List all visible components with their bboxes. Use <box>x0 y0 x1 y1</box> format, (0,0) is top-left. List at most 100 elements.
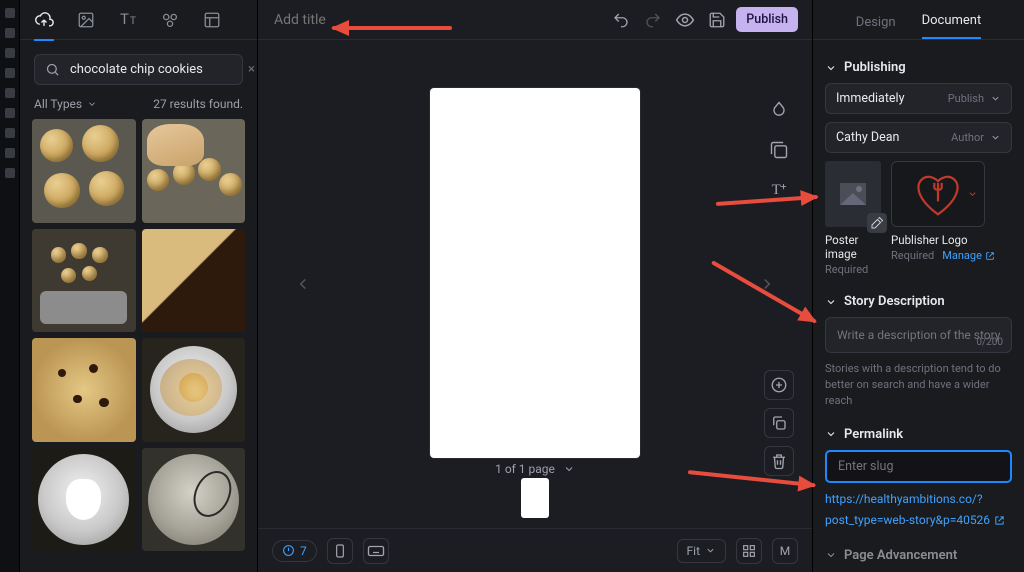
slug-input[interactable] <box>825 450 1012 483</box>
media-results-grid <box>20 119 257 572</box>
story-page[interactable] <box>430 88 640 458</box>
media-thumb[interactable] <box>142 119 246 223</box>
save-button[interactable] <box>704 7 730 33</box>
author-select[interactable]: Cathy Dean Author <box>825 122 1012 153</box>
media-thumb[interactable] <box>32 448 136 552</box>
keyboard-button[interactable] <box>363 538 389 564</box>
chevron-down-icon <box>563 463 575 475</box>
media-thumb[interactable] <box>142 229 246 333</box>
story-description-input[interactable]: 0/200 <box>825 317 1012 353</box>
media-search[interactable]: × <box>34 54 243 85</box>
layout-icon <box>203 11 221 29</box>
strip-tool[interactable] <box>5 148 15 158</box>
media-thumb[interactable] <box>32 229 136 333</box>
page-indicator[interactable]: 1 of 1 page <box>495 462 575 476</box>
tab-upload-media[interactable] <box>34 10 54 30</box>
chevron-down-icon <box>825 549 837 561</box>
grid-icon <box>741 543 757 559</box>
publish-button[interactable]: Publish <box>736 7 798 32</box>
media-thumb[interactable] <box>142 448 246 552</box>
media-search-input[interactable] <box>68 61 238 78</box>
section-permalink[interactable]: Permalink <box>825 427 1012 442</box>
inspector-panel: Design Document Publishing Immediately P… <box>812 0 1024 572</box>
section-label: Permalink <box>844 427 903 442</box>
media-thumb[interactable] <box>142 338 246 442</box>
checklist-button[interactable]: 7 <box>272 540 317 562</box>
strip-tool[interactable] <box>5 48 15 58</box>
safe-zone-toggle[interactable] <box>327 538 353 564</box>
section-page-advancement[interactable]: Page Advancement <box>825 548 1012 563</box>
cloud-upload-icon <box>34 12 54 28</box>
add-page-button[interactable] <box>764 370 794 400</box>
preview-button[interactable] <box>672 7 698 33</box>
prev-page-button[interactable] <box>288 269 318 299</box>
media-thumb[interactable] <box>32 119 136 223</box>
shapes-icon <box>161 11 179 29</box>
grid-view-button[interactable] <box>736 538 762 564</box>
external-link-icon <box>994 515 1005 526</box>
checklist-count: 7 <box>300 544 307 558</box>
m-button[interactable]: M <box>772 538 798 564</box>
canvas-bottombar: 7 Fit M <box>258 528 812 572</box>
author-value: Cathy Dean <box>836 130 899 145</box>
strip-tool[interactable] <box>5 128 15 138</box>
media-thumb[interactable] <box>32 338 136 442</box>
chevron-down-icon <box>705 545 716 556</box>
media-library-panel: TT × All Types 27 results found. <box>20 0 258 572</box>
heart-fork-logo-icon <box>910 170 966 218</box>
droplet-icon <box>769 100 789 120</box>
chevron-down-icon <box>87 99 97 109</box>
duplicate-page-button[interactable] <box>764 408 794 438</box>
image-icon <box>77 11 95 29</box>
slug-text[interactable] <box>836 458 1001 475</box>
poster-status: Required <box>825 263 881 276</box>
redo-button[interactable] <box>640 7 666 33</box>
tab-templates[interactable] <box>202 10 222 30</box>
undo-button[interactable] <box>608 7 634 33</box>
canvas-viewport[interactable]: T+ 1 of 1 page <box>258 40 812 528</box>
eye-icon <box>675 10 695 30</box>
strip-tool[interactable] <box>5 68 15 78</box>
tab-design[interactable]: Design <box>856 15 896 39</box>
media-tool[interactable] <box>764 135 794 165</box>
chevron-down-icon <box>967 189 978 200</box>
logo-title: Publisher Logo <box>891 233 985 247</box>
publish-schedule-select[interactable]: Immediately Publish <box>825 83 1012 114</box>
poster-image-upload[interactable] <box>825 161 881 227</box>
section-label: Publishing <box>844 60 906 75</box>
library-tabs: TT <box>20 0 257 40</box>
filter-label: All Types <box>34 97 82 111</box>
chevron-down-icon <box>990 132 1001 143</box>
manage-logo-link[interactable]: Manage <box>942 249 995 262</box>
zoom-fit-button[interactable]: Fit <box>677 539 726 563</box>
strip-tool[interactable] <box>5 168 15 178</box>
strip-tool[interactable] <box>5 28 15 38</box>
publisher-logo-select[interactable] <box>891 161 985 227</box>
pager-text: 1 of 1 page <box>495 462 555 476</box>
delete-page-button[interactable] <box>764 446 794 476</box>
strip-tool[interactable] <box>5 8 15 18</box>
permalink-url[interactable]: https://healthyambitions.co/? post_type=… <box>825 491 1012 530</box>
fit-label: Fit <box>687 544 700 558</box>
section-publishing[interactable]: Publishing <box>825 60 1012 75</box>
tab-text[interactable]: TT <box>118 10 138 30</box>
tab-document[interactable]: Document <box>922 13 982 39</box>
inspector-tabs: Design Document <box>813 0 1024 40</box>
plus-circle-icon <box>770 376 788 394</box>
external-link-icon <box>985 251 995 261</box>
page-thumbnail[interactable] <box>521 478 549 518</box>
pencil-icon <box>871 217 883 229</box>
image-placeholder-icon <box>840 183 866 205</box>
edit-poster-button[interactable] <box>867 213 887 233</box>
tab-image[interactable] <box>76 10 96 30</box>
device-icon <box>332 543 348 559</box>
keyboard-icon <box>367 544 385 558</box>
section-story-description[interactable]: Story Description <box>825 294 1012 309</box>
strip-tool[interactable] <box>5 88 15 98</box>
clear-search[interactable]: × <box>246 62 257 77</box>
media-type-filter[interactable]: All Types <box>34 97 97 111</box>
redo-icon <box>644 11 662 29</box>
background-tool[interactable] <box>764 95 794 125</box>
strip-tool[interactable] <box>5 108 15 118</box>
tab-shapes[interactable] <box>160 10 180 30</box>
